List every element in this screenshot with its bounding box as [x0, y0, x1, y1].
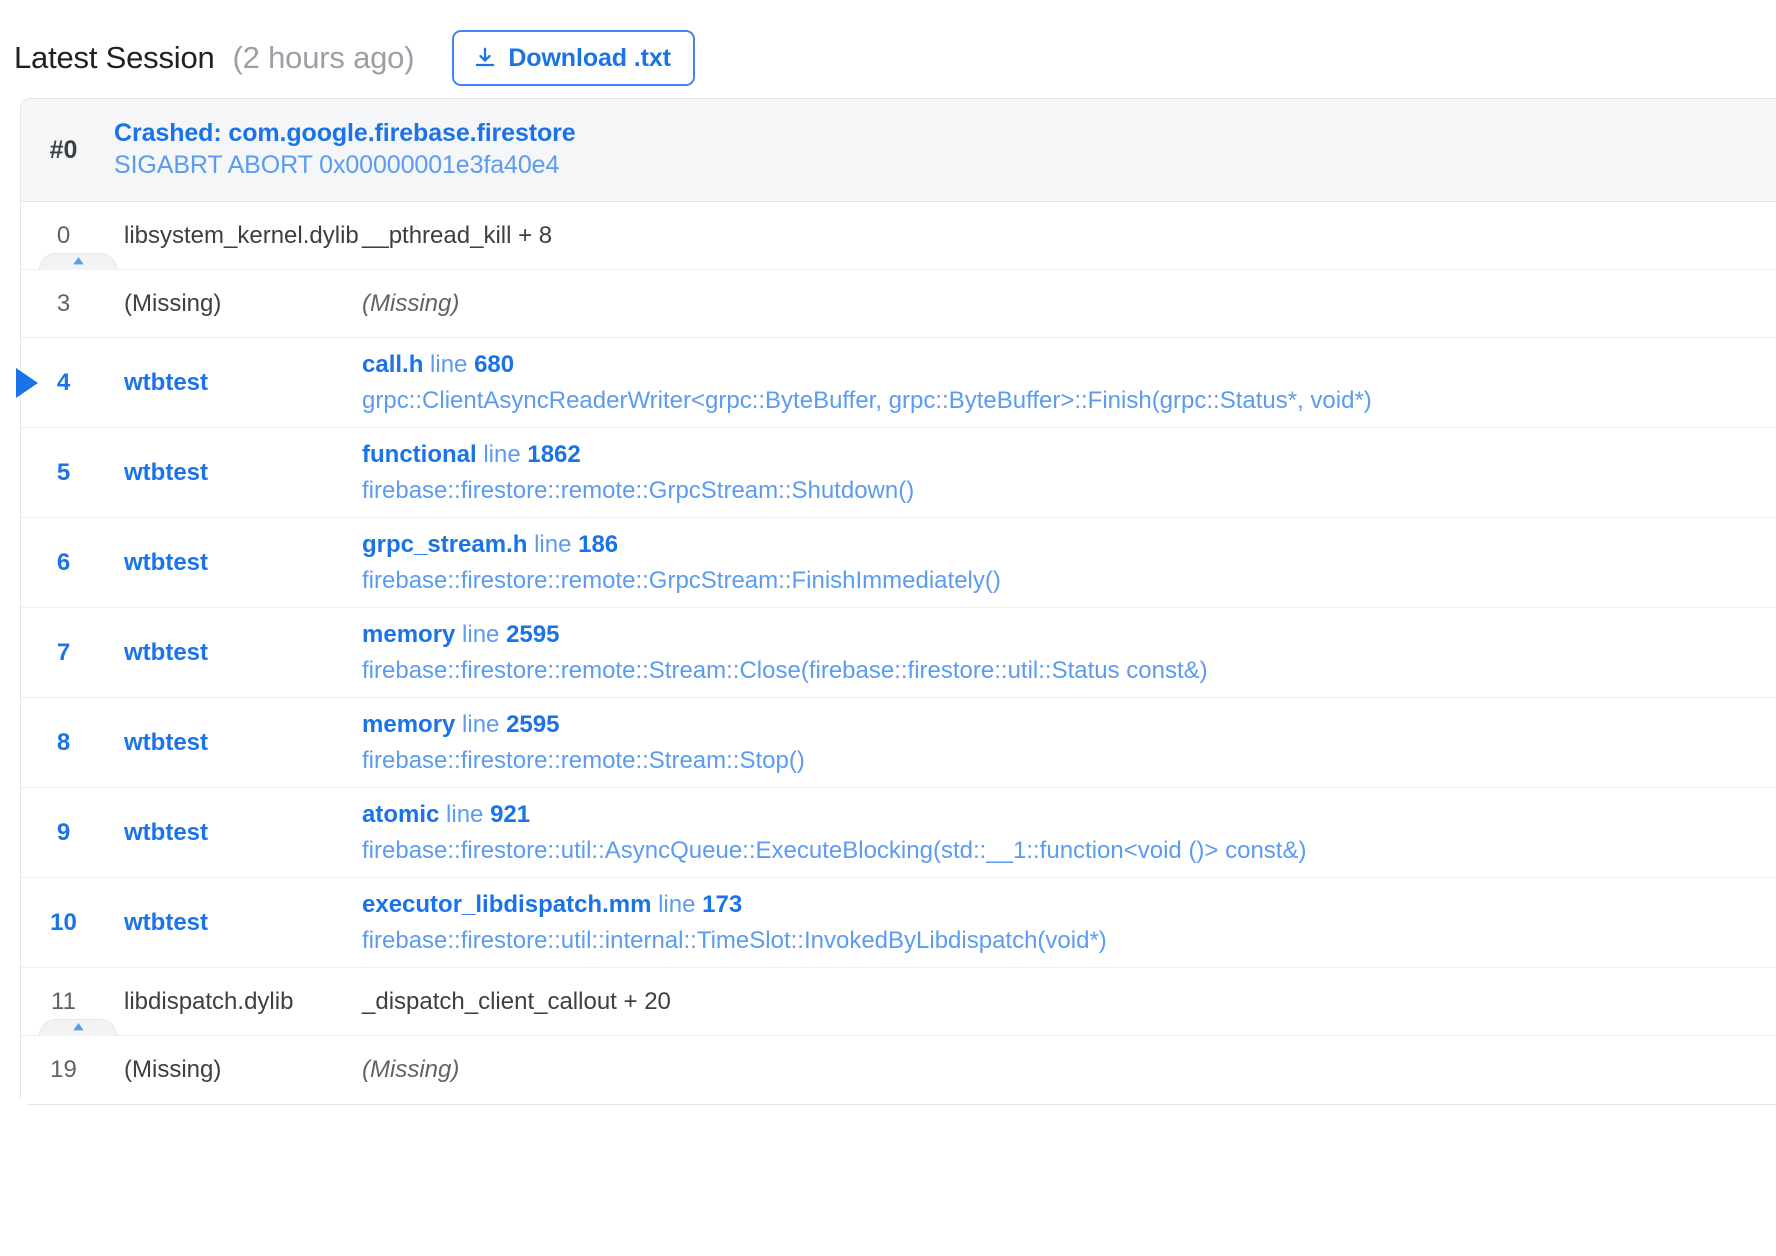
frame-source: call.h line 680 grpc::ClientAsyncReaderW… — [358, 348, 1776, 416]
frame-signature: firebase::firestore::remote::Stream::Sto… — [362, 746, 805, 774]
crash-signal: SIGABRT ABORT 0x00000001e3fa40e4 — [114, 151, 560, 180]
frame-library: wtbtest — [124, 548, 208, 576]
frame-signature: firebase::firestore::remote::Stream::Clo… — [362, 656, 1208, 684]
frame-signature: firebase::firestore::util::AsyncQueue::E… — [362, 836, 1307, 864]
table-row[interactable]: 19 (Missing) (Missing) — [21, 1036, 1776, 1104]
crash-title[interactable]: Crashed: com.google.firebase.firestore — [114, 117, 576, 150]
frame-source: functional line 1862 firebase::firestore… — [358, 438, 1776, 506]
frame-symbol: (Missing) — [362, 289, 460, 317]
table-row[interactable]: 0 libsystem_kernel.dylib __pthread_kill … — [21, 202, 1776, 270]
table-row[interactable]: 7 wtbtest memory line 2595 firebase::fir… — [21, 608, 1776, 698]
frame-symbol: __pthread_kill + 8 — [362, 221, 553, 249]
frame-line-keyword: line — [462, 711, 500, 739]
download-txt-button[interactable]: Download .txt — [452, 30, 695, 86]
crash-summary: Crashed: com.google.firebase.firestore S… — [106, 117, 576, 183]
frame-library: (Missing) — [124, 289, 222, 317]
table-row[interactable]: 10 wtbtest executor_libdispatch.mm line … — [21, 878, 1776, 968]
frame-index: 0 — [56, 221, 71, 249]
frame-file-line[interactable]: functional line 1862 — [362, 438, 1776, 471]
frame-source: memory line 2595 firebase::firestore::re… — [358, 618, 1776, 686]
frame-index: 9 — [56, 818, 71, 846]
frame-line-keyword: line — [483, 441, 521, 469]
table-row-selected[interactable]: 4 wtbtest call.h line 680 grpc::ClientAs… — [16, 338, 1776, 428]
frame-signature: grpc::ClientAsyncReaderWriter<grpc::Byte… — [362, 386, 1372, 414]
frame-index: 11 — [51, 987, 76, 1015]
frame-file: atomic — [362, 801, 440, 829]
frame-symbol: (Missing) — [362, 1056, 460, 1083]
frame-line-keyword: line — [462, 621, 500, 649]
session-age: (2 hours ago) — [232, 40, 415, 75]
thread-index: #0 — [49, 135, 78, 164]
frame-library: wtbtest — [124, 458, 208, 486]
frame-file: grpc_stream.h — [362, 531, 528, 559]
frame-file-line[interactable]: memory line 2595 — [362, 618, 1776, 651]
frame-library: wtbtest — [124, 638, 208, 666]
frame-library: libsystem_kernel.dylib — [124, 221, 359, 249]
frame-index: 10 — [50, 908, 77, 936]
frame-file-line[interactable]: call.h line 680 — [362, 348, 1776, 381]
table-row[interactable]: 6 wtbtest grpc_stream.h line 186 firebas… — [21, 518, 1776, 608]
download-icon — [472, 45, 498, 71]
frame-library: wtbtest — [124, 368, 208, 396]
page-title: Latest Session — [14, 40, 215, 75]
table-row[interactable]: 9 wtbtest atomic line 921 firebase::fire… — [21, 788, 1776, 878]
frame-symbol: _dispatch_client_callout + 20 — [362, 987, 671, 1015]
selected-frame-marker-icon — [16, 367, 38, 398]
frame-file-line[interactable]: memory line 2595 — [362, 708, 1776, 741]
table-row[interactable]: 11 libdispatch.dylib _dispatch_client_ca… — [21, 968, 1776, 1036]
frame-line-number: 2595 — [506, 621, 560, 649]
frame-source: executor_libdispatch.mm line 173 firebas… — [358, 888, 1776, 956]
frame-line-number: 1862 — [527, 441, 581, 469]
table-row[interactable]: 3 (Missing) (Missing) — [21, 270, 1776, 338]
session-header: Latest Session (2 hours ago) Download .t… — [0, 0, 1776, 98]
download-button-label: Download .txt — [508, 43, 671, 72]
table-row[interactable]: 5 wtbtest functional line 1862 firebase:… — [21, 428, 1776, 518]
frame-line-keyword: line — [534, 531, 572, 559]
frame-line-number: 921 — [490, 801, 531, 829]
frame-file-line[interactable]: grpc_stream.h line 186 — [362, 528, 1776, 561]
frame-index: 8 — [56, 728, 71, 756]
frame-library: (Missing) — [124, 1056, 222, 1083]
frame-line-keyword: line — [430, 351, 468, 379]
crashed-thread-header: #0 Crashed: com.google.firebase.firestor… — [21, 99, 1776, 202]
frame-index: 7 — [56, 638, 71, 666]
frame-source: grpc_stream.h line 186 firebase::firesto… — [358, 528, 1776, 596]
frame-library: wtbtest — [124, 908, 208, 936]
frame-index: 19 — [50, 1056, 77, 1083]
table-row[interactable]: 8 wtbtest memory line 2595 firebase::fir… — [21, 698, 1776, 788]
frame-file-line[interactable]: executor_libdispatch.mm line 173 — [362, 888, 1776, 921]
frame-index: 6 — [56, 548, 71, 576]
stack-trace-card: #0 Crashed: com.google.firebase.firestor… — [16, 98, 1776, 1105]
frame-index: 3 — [56, 289, 71, 317]
frame-line-number: 680 — [474, 351, 515, 379]
frame-file: executor_libdispatch.mm — [362, 891, 652, 919]
frame-signature: firebase::firestore::remote::GrpcStream:… — [362, 566, 1001, 594]
frame-library: wtbtest — [124, 818, 208, 846]
frame-library: libdispatch.dylib — [124, 987, 294, 1015]
frame-line-keyword: line — [446, 801, 484, 829]
frame-file: memory — [362, 621, 456, 649]
frame-file-line[interactable]: atomic line 921 — [362, 798, 1776, 831]
frame-source: memory line 2595 firebase::firestore::re… — [358, 708, 1776, 776]
frame-signature: firebase::firestore::remote::GrpcStream:… — [362, 476, 915, 504]
crash-report-page: Latest Session (2 hours ago) Download .t… — [0, 0, 1776, 1256]
frame-source: atomic line 921 firebase::firestore::uti… — [358, 798, 1776, 866]
frame-library: wtbtest — [124, 728, 208, 756]
frame-line-number: 173 — [702, 891, 743, 919]
frame-file: functional — [362, 441, 477, 469]
frame-line-keyword: line — [658, 891, 696, 919]
frame-line-number: 2595 — [506, 711, 560, 739]
frame-file: call.h — [362, 351, 424, 379]
frame-line-number: 186 — [578, 531, 619, 559]
frame-file: memory — [362, 711, 456, 739]
frame-signature: firebase::firestore::util::internal::Tim… — [362, 926, 1107, 954]
frame-index: 5 — [56, 458, 71, 486]
